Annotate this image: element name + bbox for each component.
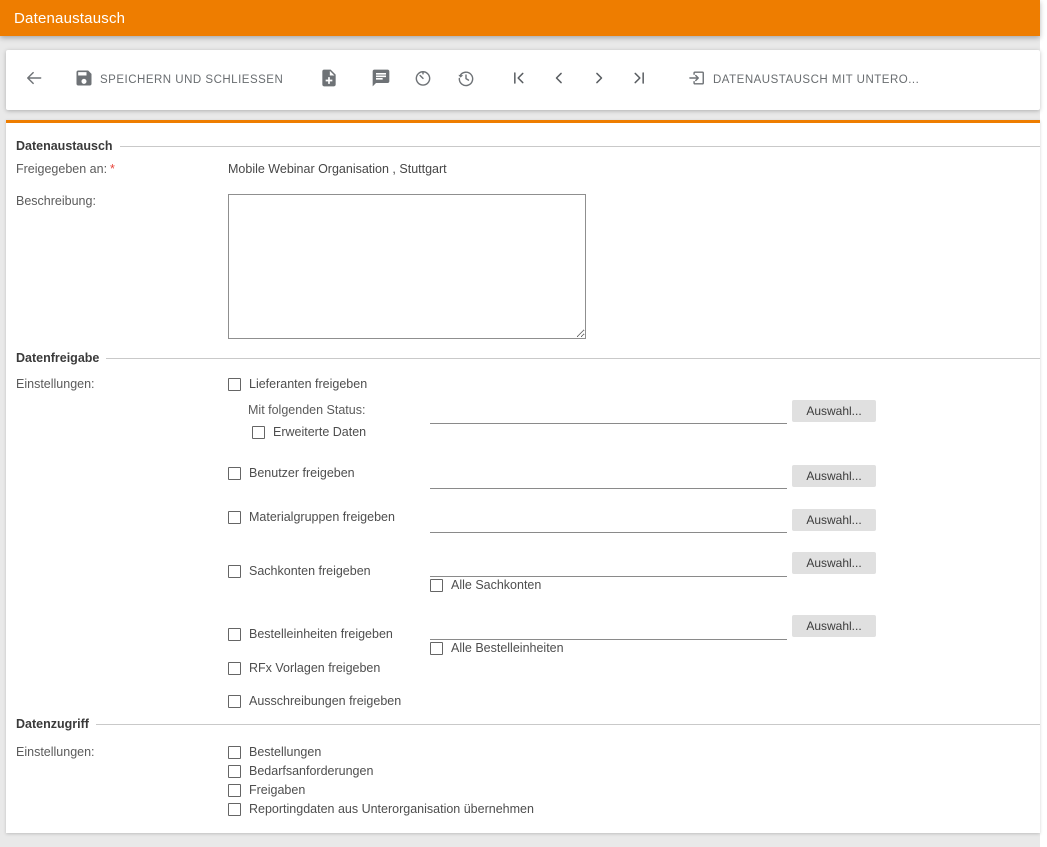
form-content: Datenaustausch Freigegeben an:* Mobile W… [6,120,1040,833]
bestellungen-label: Bestellungen [249,745,321,759]
related-object-label[interactable]: DATENAUSTAUSCH MIT UNTERO... [713,74,919,86]
einstellungen-label: Einstellungen: [16,745,95,759]
materialgruppen-input[interactable] [430,509,787,533]
materialgruppen-auswahl-button[interactable]: Auswahl... [792,509,876,531]
ausschreibungen-label: Ausschreibungen freigeben [249,694,401,708]
rfx-vorlagen-row: RFx Vorlagen freigeben [228,661,380,675]
save-and-close-button[interactable] [71,67,97,93]
lieferanten-checkbox[interactable] [228,378,241,391]
sachkonten-auswahl-button[interactable]: Auswahl... [792,552,876,574]
timer-button[interactable] [410,67,436,93]
bestelleinheiten-row: Bestelleinheiten freigeben [228,627,393,641]
sachkonten-checkbox[interactable] [228,565,241,578]
status-auswahl-button[interactable]: Auswahl... [792,400,876,422]
benutzer-row: Benutzer freigeben [228,466,355,480]
bestellungen-row: Bestellungen [228,745,321,759]
required-marker: * [110,162,115,176]
benutzer-auswahl-button[interactable]: Auswahl... [792,465,876,487]
app-header: Datenaustausch [0,0,1040,36]
chevron-left-icon [549,68,569,93]
back-arrow-icon [24,68,44,93]
materialgruppen-checkbox[interactable] [228,511,241,524]
section-title: Datenfreigabe [16,351,99,365]
bestellungen-checkbox[interactable] [228,746,241,759]
materialgruppen-row: Materialgruppen freigeben [228,510,395,524]
alle-sachkonten-row: Alle Sachkonten [430,578,541,592]
alle-bestelleinheiten-row: Alle Bestelleinheiten [430,641,564,655]
chevron-right-icon [589,68,609,93]
reportingdaten-checkbox[interactable] [228,803,241,816]
comments-button[interactable] [368,67,394,93]
erweiterte-daten-checkbox[interactable] [252,426,265,439]
save-icon [74,68,94,93]
freigegeben-an-label: Freigegeben an:* [16,162,115,176]
bestelleinheiten-label: Bestelleinheiten freigeben [249,627,393,641]
section-divider [106,358,1040,359]
alle-sachkonten-checkbox[interactable] [430,579,443,592]
materialgruppen-label: Materialgruppen freigeben [249,510,395,524]
lieferanten-label: Lieferanten freigeben [249,377,367,391]
benutzer-label: Benutzer freigeben [249,466,355,480]
sachkonten-input[interactable] [430,553,787,577]
first-page-icon [509,68,529,93]
reportingdaten-label: Reportingdaten aus Unterorganisation übe… [249,802,534,816]
bedarfsanforderungen-label: Bedarfsanforderungen [249,764,373,778]
lieferanten-row: Lieferanten freigeben [228,377,367,391]
section-header-datenfreigabe: Datenfreigabe [16,351,1040,365]
section-title: Datenaustausch [16,139,113,153]
alle-bestelleinheiten-label: Alle Bestelleinheiten [451,641,564,655]
bedarfsanforderungen-checkbox[interactable] [228,765,241,778]
first-page-button[interactable] [506,67,532,93]
benutzer-input[interactable] [430,465,787,489]
rfx-vorlagen-checkbox[interactable] [228,662,241,675]
alle-bestelleinheiten-checkbox[interactable] [430,642,443,655]
save-and-close-label[interactable]: SPEICHERN UND SCHLIESSEN [100,74,283,86]
reportingdaten-row: Reportingdaten aus Unterorganisation übe… [228,802,534,816]
timer-icon [413,68,433,93]
sachkonten-row: Sachkonten freigeben [228,564,371,578]
toolbar: SPEICHERN UND SCHLIESSEN [6,50,1040,110]
section-header-datenzugriff: Datenzugriff [16,717,1040,731]
history-icon [456,68,476,93]
bedarfsanforderungen-row: Bedarfsanforderungen [228,764,373,778]
related-object-button[interactable] [684,67,710,93]
status-input[interactable] [430,400,787,424]
beschreibung-label: Beschreibung: [16,194,96,208]
ausschreibungen-checkbox[interactable] [228,695,241,708]
note-add-button[interactable] [316,67,342,93]
benutzer-checkbox[interactable] [228,467,241,480]
section-title: Datenzugriff [16,717,89,731]
alle-sachkonten-label: Alle Sachkonten [451,578,541,592]
last-page-icon [629,68,649,93]
prev-page-button[interactable] [546,67,572,93]
input-icon [687,68,707,93]
section-divider [120,146,1040,147]
next-page-button[interactable] [586,67,612,93]
erweiterte-daten-label: Erweiterte Daten [273,425,366,439]
erweiterte-daten-row: Erweiterte Daten [252,425,366,439]
history-button[interactable] [453,67,479,93]
section-header-datenaustausch: Datenaustausch [16,139,1040,153]
last-page-button[interactable] [626,67,652,93]
bestelleinheiten-input[interactable] [430,616,787,640]
sachkonten-label: Sachkonten freigeben [249,564,371,578]
bestelleinheiten-auswahl-button[interactable]: Auswahl... [792,615,876,637]
datenaustausch-page: Datenaustausch SPEICHERN UND SCHLIESSEN [0,0,1047,847]
freigaben-label: Freigaben [249,783,305,797]
einstellungen-label: Einstellungen: [16,377,95,391]
back-button[interactable] [21,67,47,93]
ausschreibungen-row: Ausschreibungen freigeben [228,694,401,708]
status-label: Mit folgenden Status: [248,403,365,417]
scrollbar-track[interactable] [1040,0,1047,847]
freigaben-row: Freigaben [228,783,305,797]
section-divider [96,724,1040,725]
beschreibung-textarea[interactable] [228,194,586,339]
comment-icon [371,68,391,93]
bestelleinheiten-checkbox[interactable] [228,628,241,641]
freigaben-checkbox[interactable] [228,784,241,797]
freigegeben-an-value: Mobile Webinar Organisation , Stuttgart [228,162,447,176]
page-title: Datenaustausch [14,10,125,27]
note-add-icon [319,68,339,93]
rfx-vorlagen-label: RFx Vorlagen freigeben [249,661,380,675]
